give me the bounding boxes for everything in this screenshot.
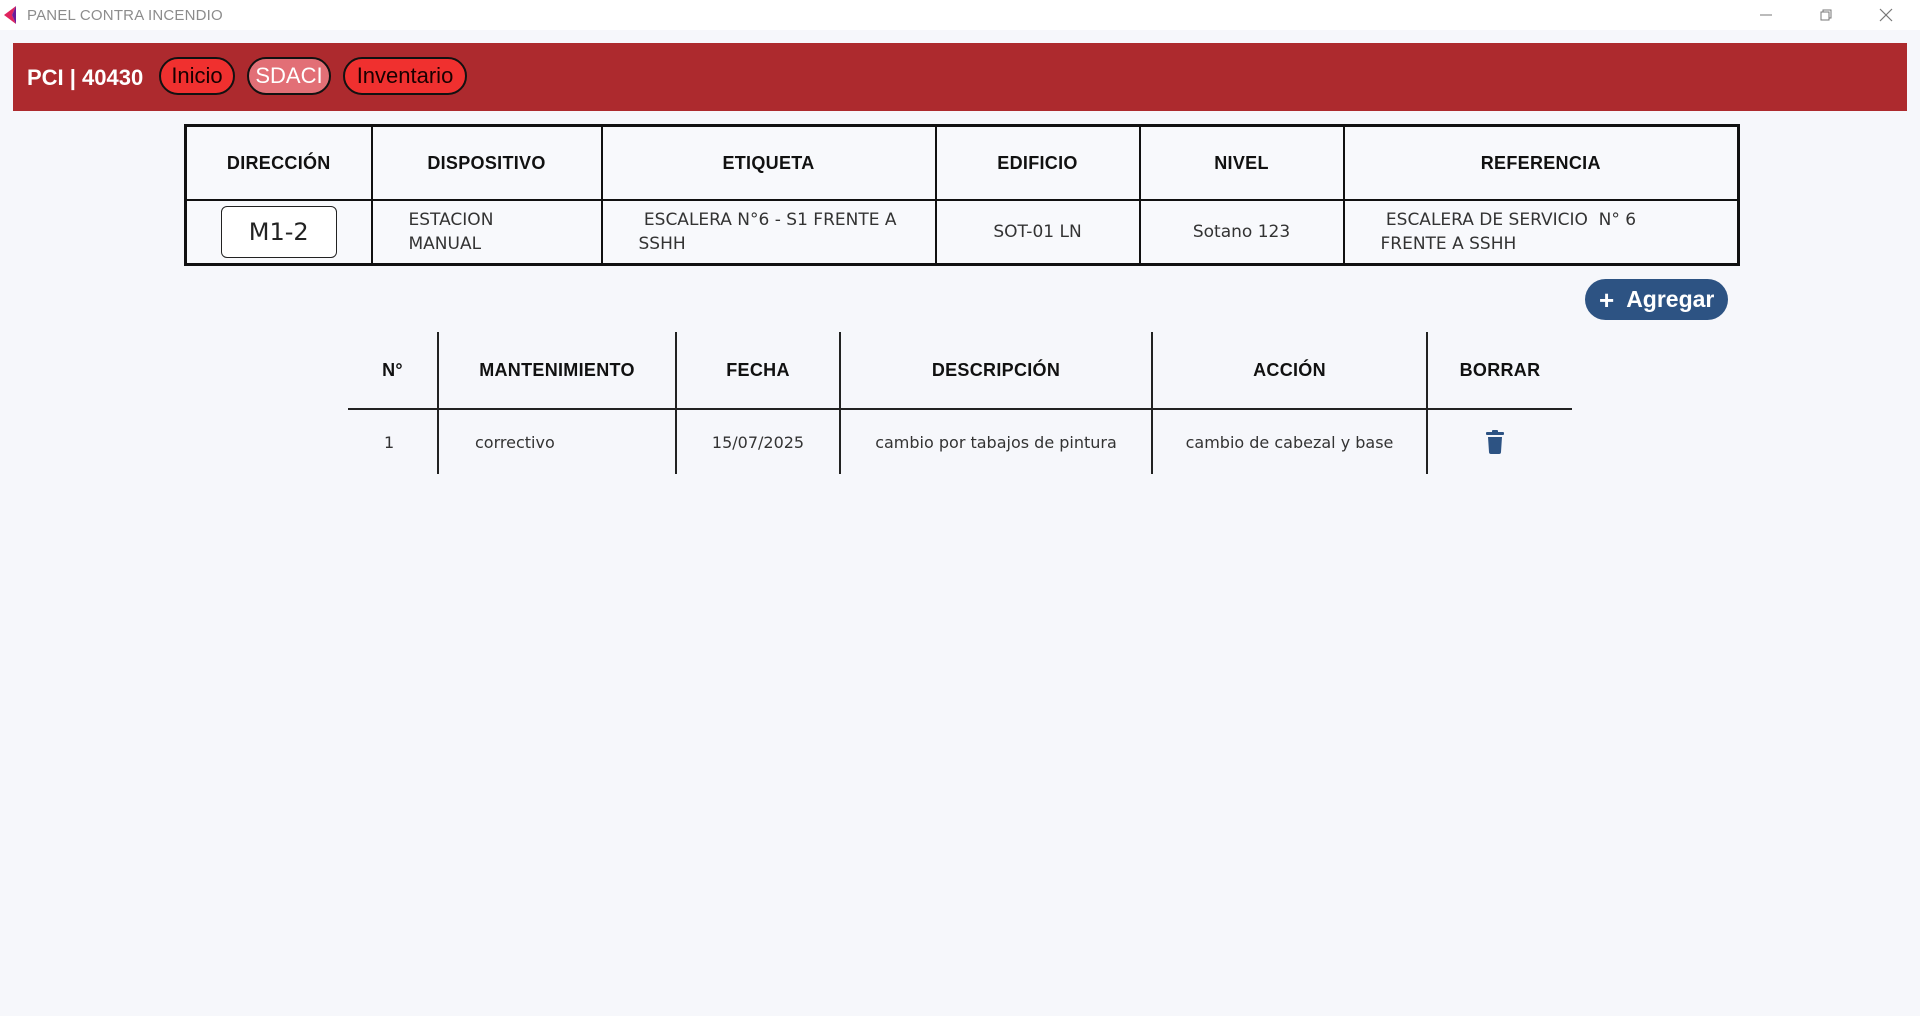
trash-icon[interactable] — [1485, 430, 1505, 454]
maintenance-table: N° MANTENIMIENTO FECHA DESCRIPCIÓN ACCIÓ… — [348, 332, 1572, 474]
plus-icon: + — [1599, 284, 1615, 315]
close-icon — [1879, 8, 1893, 22]
cell-nivel: Sotano 123 — [1138, 199, 1345, 266]
address-field[interactable]: M1-2 — [220, 206, 337, 258]
header-mantenimiento: MANTENIMIENTO — [438, 332, 677, 410]
header-direccion: DIRECCIÓN — [184, 124, 373, 201]
cell-descripcion: cambio por tabajos de pintura — [840, 409, 1153, 474]
brand-title: PCI | 40430 — [27, 65, 144, 90]
nav-inicio-button[interactable]: Inicio — [159, 57, 235, 95]
minimize-icon — [1760, 14, 1772, 16]
header-fecha: FECHA — [676, 332, 841, 410]
cell-fecha: 15/07/2025 — [676, 409, 841, 474]
header-accion: ACCIÓN — [1152, 332, 1428, 410]
nav-inventario-button[interactable]: Inventario — [343, 57, 467, 95]
cell-referencia: ESCALERA DE SERVICIO N° 6 FRENTE A SSHH — [1342, 199, 1740, 266]
restore-button[interactable] — [1796, 0, 1856, 30]
window-title: PANEL CONTRA INCENDIO — [27, 7, 223, 24]
reference-text: ESCALERA DE SERVICIO N° 6 FRENTE A SSHH — [1380, 210, 1642, 254]
cell-etiqueta: ESCALERA N°6 - S1 FRENTE A SSHH — [600, 199, 937, 266]
table-row: 1 correctivo 15/07/2025 cambio por tabaj… — [348, 409, 1572, 474]
cell-direccion: M1-2 — [184, 199, 373, 266]
nav-sdaci-button[interactable]: SDACI — [247, 57, 331, 95]
close-button[interactable] — [1856, 0, 1916, 30]
add-maintenance-button[interactable]: + Agregar — [1585, 279, 1728, 320]
header-descripcion: DESCRIPCIÓN — [840, 332, 1153, 410]
header-numero: N° — [348, 332, 439, 410]
header-borrar: BORRAR — [1427, 332, 1572, 410]
header-edificio: EDIFICIO — [934, 124, 1141, 201]
header-etiqueta: ETIQUETA — [600, 124, 937, 201]
cell-mantenimiento: correctivo — [438, 409, 677, 474]
device-table: DIRECCIÓN DISPOSITIVO ETIQUETA EDIFICIO … — [184, 124, 1740, 266]
header-nivel: NIVEL — [1138, 124, 1345, 201]
cell-accion: cambio de cabezal y base — [1152, 409, 1428, 474]
header-dispositivo: DISPOSITIVO — [370, 124, 603, 201]
top-navbar: PCI | 40430 Inicio SDACI Inventario — [13, 43, 1907, 111]
device-row: M1-2 ESTACION MANUAL ESCALERA N°6 - S1 F… — [184, 199, 1740, 266]
maintenance-header-row: N° MANTENIMIENTO FECHA DESCRIPCIÓN ACCIÓ… — [348, 332, 1572, 410]
label-text: ESCALERA N°6 - S1 FRENTE A SSHH — [638, 210, 902, 254]
header-referencia: REFERENCIA — [1342, 124, 1740, 201]
device-header-row: DIRECCIÓN DISPOSITIVO ETIQUETA EDIFICIO … — [184, 124, 1740, 201]
device-type-text: ESTACION MANUAL — [408, 210, 494, 254]
cell-edificio: SOT-01 LN — [934, 199, 1141, 266]
minimize-button[interactable] — [1736, 0, 1796, 30]
cell-dispositivo: ESTACION MANUAL — [370, 199, 603, 266]
app-logo-icon — [4, 6, 16, 24]
window-titlebar: PANEL CONTRA INCENDIO — [0, 0, 1920, 30]
cell-borrar — [1427, 409, 1572, 474]
restore-icon — [1820, 9, 1832, 21]
add-button-label: Agregar — [1626, 286, 1715, 312]
cell-numero: 1 — [348, 409, 439, 474]
